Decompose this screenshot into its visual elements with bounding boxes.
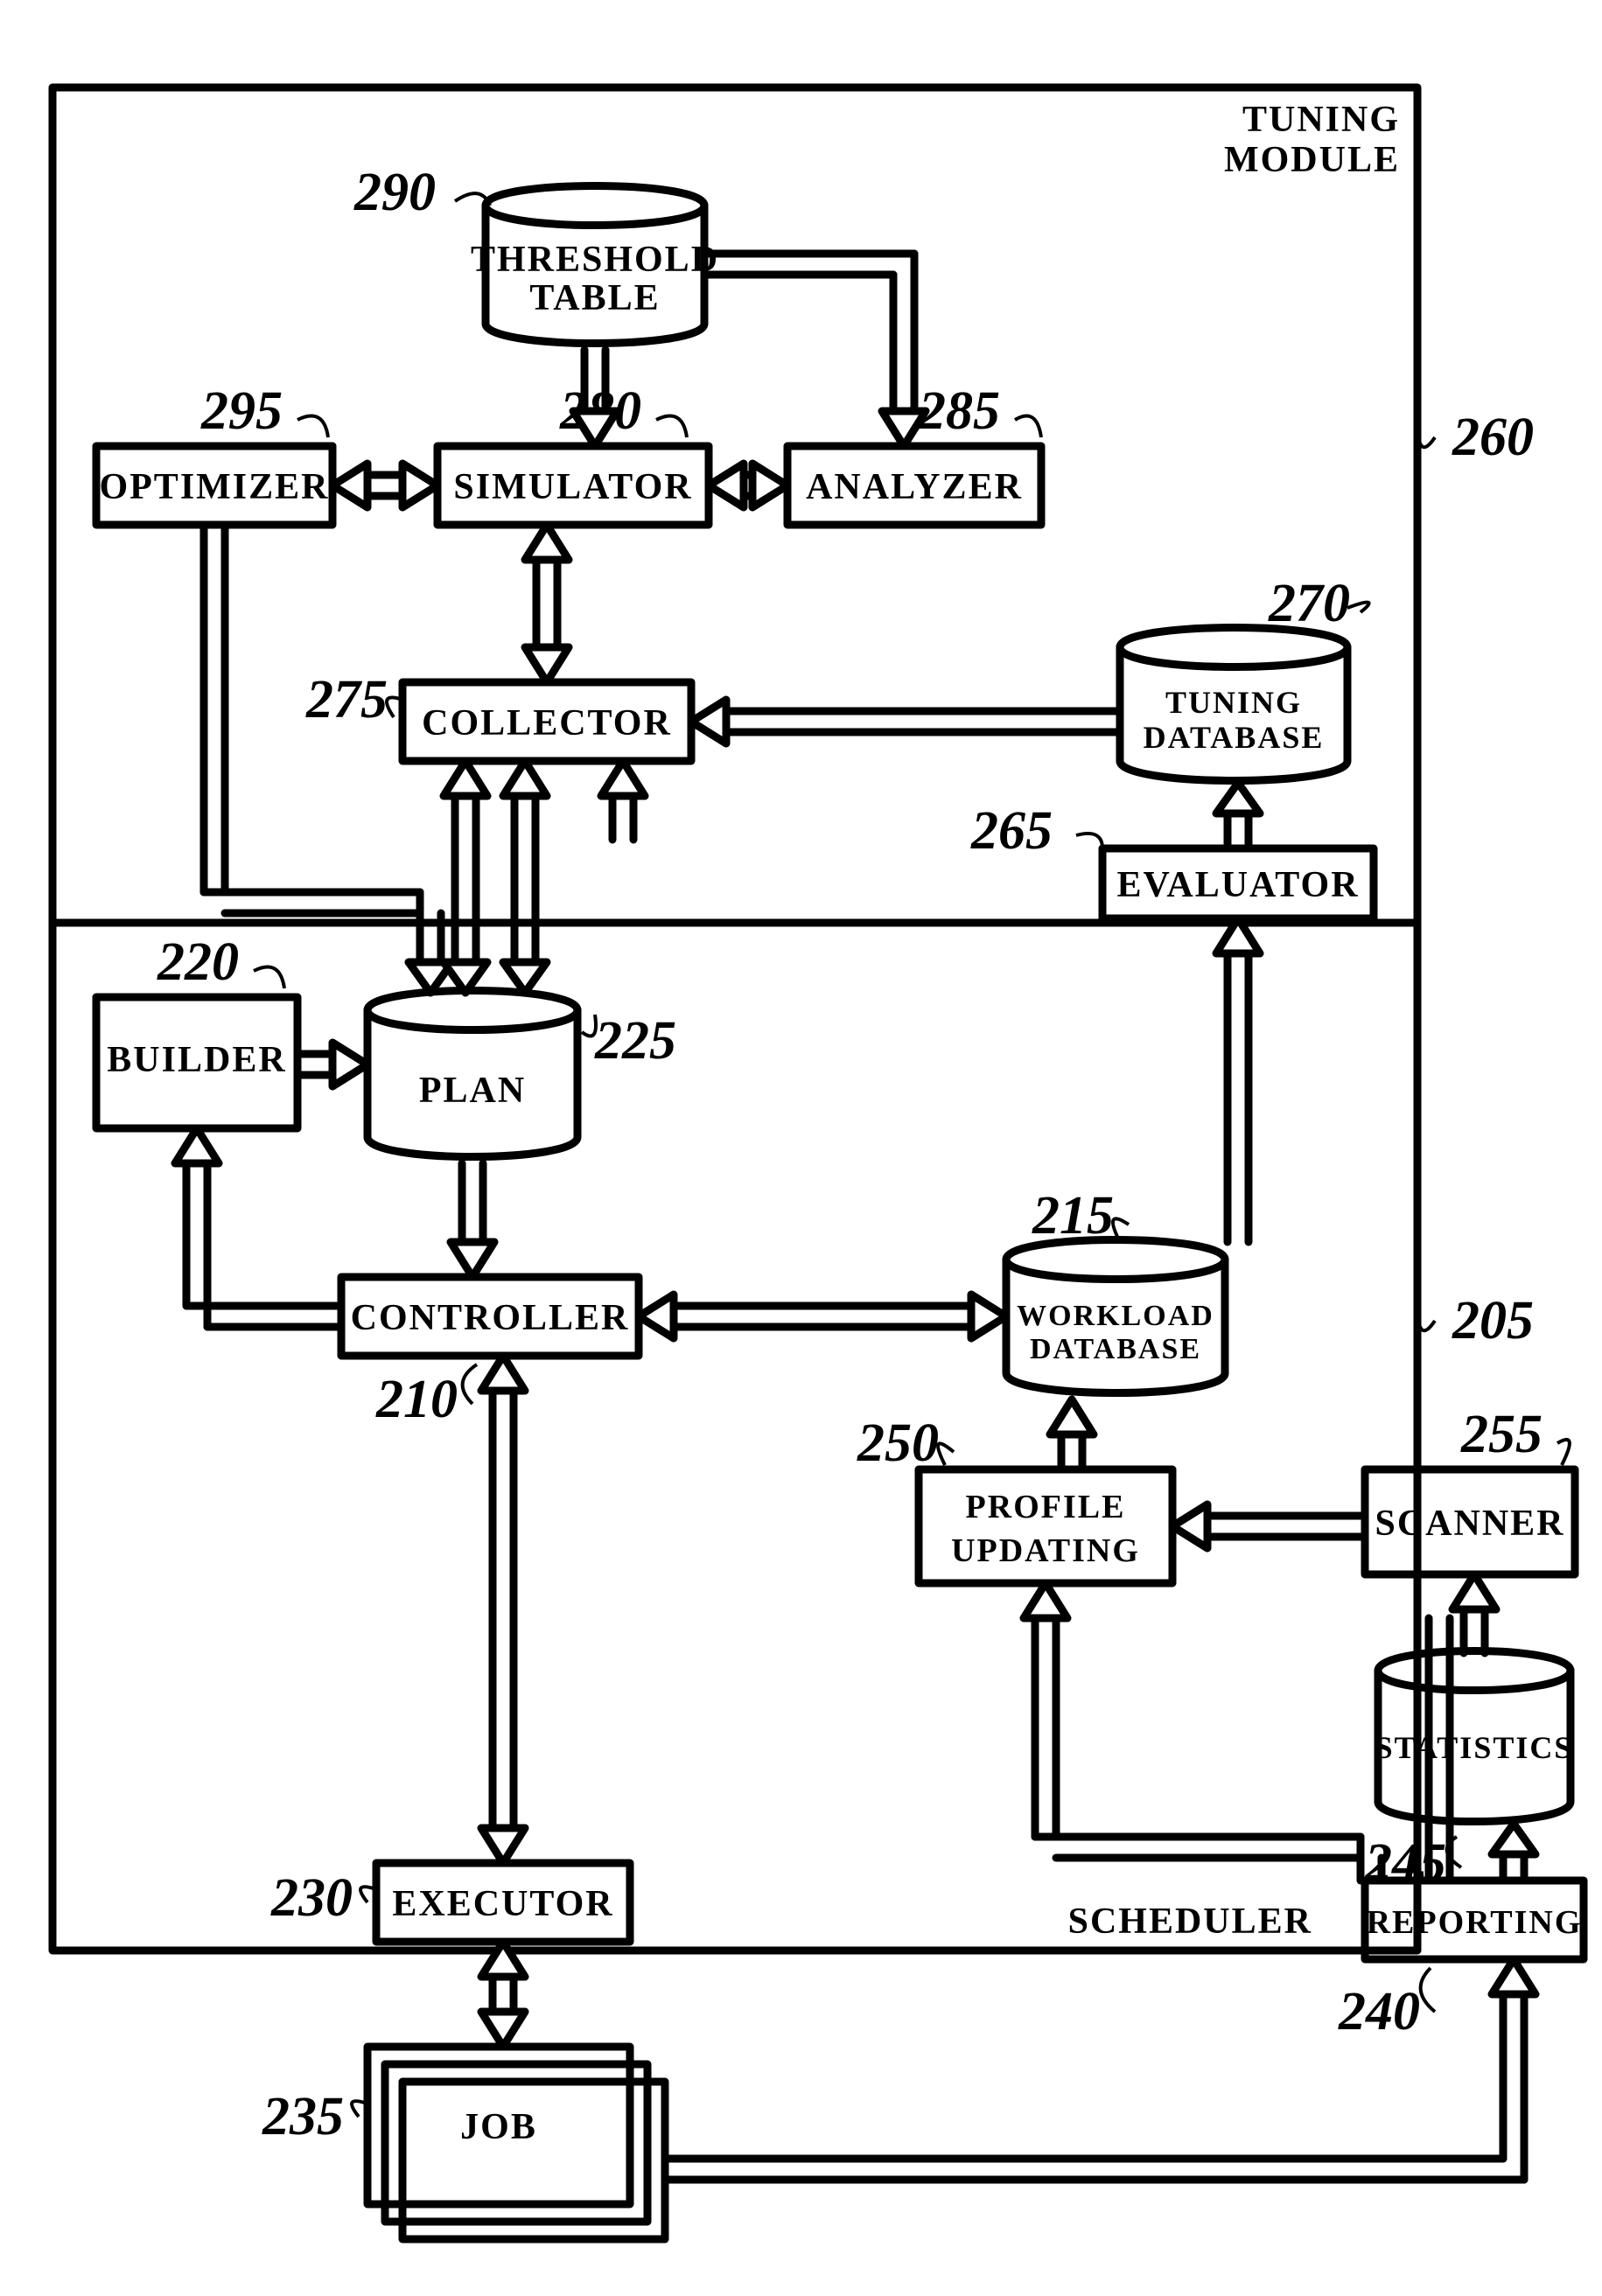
edge-plan-controller — [451, 1163, 494, 1277]
controller-ref: 210 — [375, 1370, 458, 1429]
collector-ref: 275 — [305, 670, 388, 729]
edge-into-collector-right — [601, 761, 645, 840]
optimizer-label: OPTIMIZER — [99, 467, 329, 507]
threshold-table-label: THRESHOLDTABLE — [471, 240, 719, 318]
workload-database-cylinder: WORKLOADDATABASE — [1006, 1240, 1225, 1393]
tuning-module-ref: 260 — [1452, 408, 1534, 467]
edge-simulator-collector — [525, 525, 569, 682]
edge-optimizer-plan-2 — [409, 892, 452, 993]
simulator-label: SIMULATOR — [453, 467, 692, 507]
edge-executor-job — [481, 1942, 525, 2047]
edge-tuningdb-collector — [691, 700, 1120, 743]
reporting-label: REPORTING — [1367, 1904, 1583, 1941]
edge-threshold-analyzer — [704, 254, 926, 446]
edge-scanner-profile — [1172, 1504, 1365, 1548]
edge-builder-plan — [297, 1043, 367, 1086]
plan-label: PLAN — [419, 1071, 526, 1111]
statistics-label: STATISTICS — [1375, 1730, 1574, 1765]
controller-label: CONTROLLER — [351, 1298, 630, 1338]
edge-controller-executor — [481, 1356, 525, 1863]
builder-label: BUILDER — [107, 1040, 286, 1080]
plan-ref: 225 — [594, 1011, 676, 1071]
edge-workload-evaluator — [1216, 918, 1260, 1242]
edge-statistics-scanner — [1452, 1574, 1496, 1653]
reporting-ref: 240 — [1338, 1982, 1420, 2041]
threshold-table-ref: 290 — [353, 163, 436, 222]
tuning-database-ref: 270 — [1268, 574, 1350, 633]
scheduler-ref: 205 — [1452, 1291, 1534, 1350]
executor-ref: 230 — [270, 1868, 353, 1928]
executor-label: EXECUTOR — [392, 1884, 613, 1924]
workload-database-label: WORKLOADDATABASE — [1017, 1300, 1214, 1365]
statistics-cylinder: STATISTICS — [1375, 1651, 1574, 1822]
job-stack: JOB — [367, 2047, 665, 2239]
tuning-database-cylinder: TUNINGDATABASE — [1120, 628, 1347, 781]
analyzer-label: ANALYZER — [806, 467, 1023, 507]
analyzer-ref: 285 — [918, 381, 1000, 441]
threshold-table-cylinder: THRESHOLDTABLE — [471, 186, 719, 344]
profile-updating-ref: 250 — [857, 1413, 939, 1473]
profile-updating-label-2: UPDATING — [951, 1532, 1140, 1569]
scheduler-label: SCHEDULER — [1068, 1902, 1312, 1942]
edge-reporting-statistics — [1492, 1824, 1536, 1881]
scanner-label: SCANNER — [1375, 1504, 1564, 1544]
edge-profile-workload — [1050, 1399, 1094, 1469]
tuning-database-label: TUNINGDATABASE — [1144, 685, 1325, 755]
workload-database-ref: 215 — [1032, 1186, 1114, 1246]
edge-collector-plan — [444, 761, 547, 993]
scanner-ref: 255 — [1460, 1405, 1543, 1464]
edge-simulator-analyzer — [709, 464, 787, 507]
edge-evaluator-tuningdb — [1216, 783, 1260, 848]
optimizer-ref: 295 — [200, 381, 283, 441]
builder-ref: 220 — [157, 932, 239, 992]
tuning-module-label: TUNINGMODULE — [1224, 100, 1400, 180]
profile-updating-label-1: PROFILE — [966, 1489, 1126, 1525]
collector-label: COLLECTOR — [422, 703, 672, 743]
edge-controller-workload — [639, 1295, 1006, 1338]
evaluator-ref: 265 — [970, 801, 1053, 861]
job-ref: 235 — [262, 2087, 344, 2146]
job-label: JOB — [460, 2107, 537, 2147]
plan-cylinder: PLAN — [367, 991, 577, 1157]
edge-controller-builder — [175, 1128, 341, 1327]
edge-optimizer-simulator — [332, 464, 437, 507]
edge-reporting-profile-2 — [1024, 1583, 1382, 1881]
evaluator-label: EVALUATOR — [1116, 865, 1359, 905]
